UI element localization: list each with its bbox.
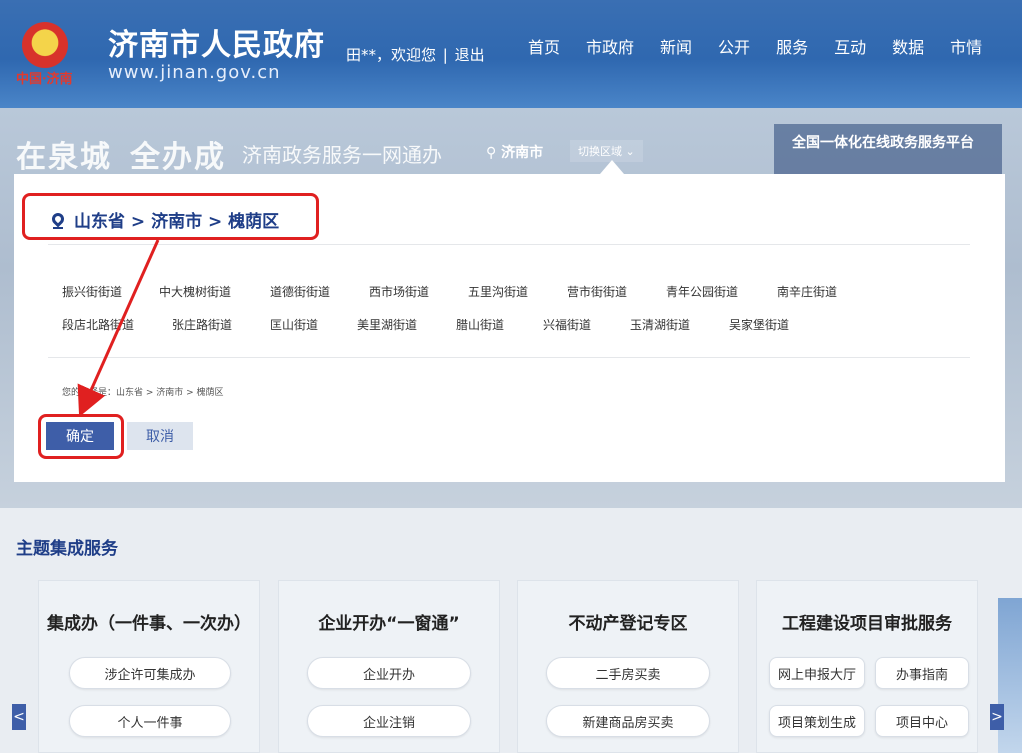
service-pill[interactable]: 企业注销	[307, 705, 471, 737]
service-pill[interactable]: 项目中心	[875, 705, 969, 737]
service-pill[interactable]: 项目策划生成	[769, 705, 865, 737]
service-pill[interactable]: 涉企许可集成办	[69, 657, 231, 689]
service-pill[interactable]: 办事指南	[875, 657, 969, 689]
service-pill[interactable]: 新建商品房买卖	[546, 705, 710, 737]
card-title: 工程建设项目审批服务	[782, 614, 952, 634]
service-card: 工程建设项目审批服务 网上申报大厅 办事指南 项目策划生成 项目中心	[756, 580, 978, 753]
card-title: 不动产登记专区	[568, 614, 688, 634]
service-pill[interactable]: 企业开办	[307, 657, 471, 689]
card-title: 企业开办“一窗通”	[318, 614, 460, 634]
service-card: 不动产登记专区 二手房买卖 新建商品房买卖	[517, 580, 739, 753]
section-title: 主题集成服务	[16, 539, 118, 559]
service-pill[interactable]: 二手房买卖	[546, 657, 710, 689]
carousel-next-button[interactable]: >	[990, 704, 1004, 730]
service-pill[interactable]: 个人一件事	[69, 705, 231, 737]
carousel-prev-button[interactable]: <	[12, 704, 26, 730]
card-title: 集成办（一件事、一次办）	[47, 614, 251, 634]
service-card: 集成办（一件事、一次办） 涉企许可集成办 个人一件事	[38, 580, 260, 753]
service-card: 企业开办“一窗通” 企业开办 企业注销	[278, 580, 500, 753]
service-pill[interactable]: 网上申报大厅	[769, 657, 865, 689]
